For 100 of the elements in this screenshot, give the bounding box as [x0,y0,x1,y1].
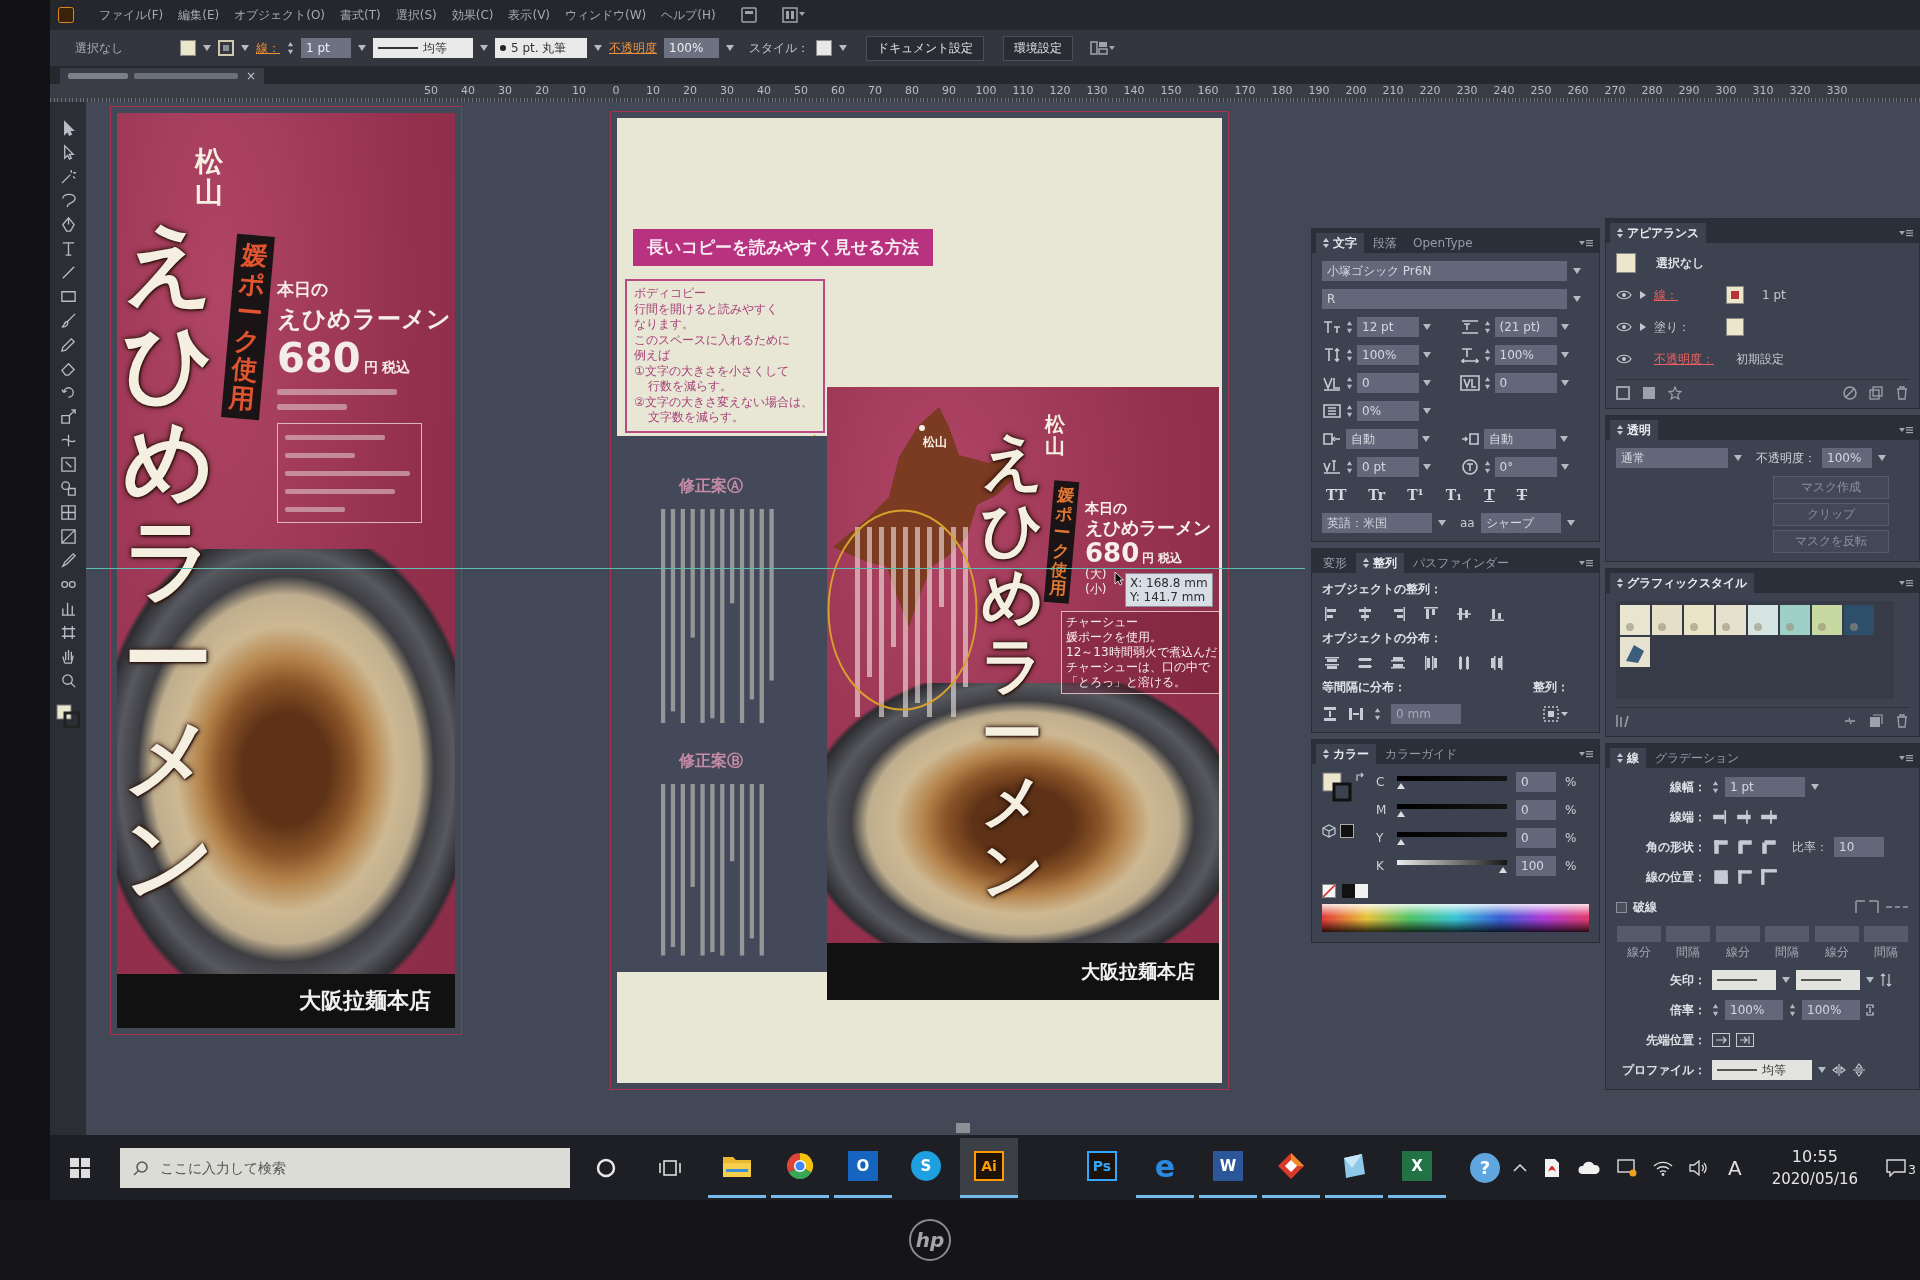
style-swatch-icon[interactable] [1620,605,1650,635]
dropdown-caret-icon[interactable] [839,45,847,51]
fill-stroke-swatch-icon[interactable] [1322,772,1352,802]
dropdown-caret-icon[interactable] [594,45,602,51]
blend-mode-dropdown[interactable]: 通常 [1616,448,1728,468]
expand-arrows-icon[interactable] [1617,228,1623,238]
monitor-alert-icon[interactable] [1617,1158,1637,1177]
free-transform-icon[interactable] [59,456,77,473]
input-field[interactable]: 100 [1516,856,1556,876]
spinner-arrows-icon[interactable] [1346,404,1353,418]
antialias-dropdown[interactable]: シャープ [1480,513,1561,533]
input-field[interactable]: 0° [1494,457,1557,477]
dropdown-caret-icon[interactable] [203,45,211,51]
eyedropper-icon[interactable] [59,552,77,569]
style-swatch-icon[interactable] [1812,605,1842,635]
expand-arrows-icon[interactable] [1617,578,1623,588]
scale-field[interactable]: 100% [1725,1000,1783,1020]
text-style-button[interactable]: Tr [1366,487,1388,503]
taskbar-app-button[interactable]: Ai [960,1137,1018,1198]
link-icon[interactable] [1866,1003,1874,1017]
input-field[interactable]: 0 [1357,373,1419,393]
checkbox[interactable] [1616,901,1627,913]
dropdown-caret-icon[interactable] [1818,1067,1826,1073]
style-swatch-icon[interactable] [1652,605,1682,635]
dropdown-caret-icon[interactable] [1438,520,1446,526]
dash-field[interactable] [1814,926,1859,942]
arrowhead-dropdown[interactable] [1712,970,1776,990]
dropdown-caret-icon[interactable] [1573,296,1581,302]
magic-wand-icon[interactable] [59,168,77,185]
new-stroke-icon[interactable] [1616,386,1630,400]
fill-swatch-icon[interactable] [180,40,196,56]
input-field[interactable]: 0% [1357,401,1419,421]
input-field[interactable]: 0 pt [1357,457,1419,477]
panel-tab[interactable]: 変形 [1316,553,1354,573]
hand-icon[interactable] [59,648,77,665]
spinner-arrows-icon[interactable] [1483,320,1491,334]
spinner-arrows-icon[interactable] [1346,348,1353,362]
trash-icon[interactable] [1895,386,1909,400]
dropdown-caret-icon[interactable] [1878,455,1886,461]
scale-icon[interactable] [59,408,77,425]
dropdown-caret-icon[interactable] [1566,520,1575,526]
dropdown-caret-icon[interactable] [726,45,734,51]
pdf-file-icon[interactable] [1543,1157,1561,1178]
arrow-tip-at-end-icon[interactable] [1736,1033,1754,1047]
dashed-line-checkbox[interactable]: 破線 [1616,898,1657,916]
trash-icon[interactable] [1895,714,1909,728]
panel-menu-icon[interactable] [1899,754,1913,762]
align-middle-icon[interactable] [1456,606,1472,622]
style-swatch-icon[interactable] [1844,605,1874,635]
color-swatch-icon[interactable] [1340,824,1354,838]
dropdown-caret-icon[interactable] [1423,352,1431,358]
text-style-button[interactable]: T₁ [1443,487,1465,503]
dropdown-caret-icon[interactable] [1560,380,1569,386]
panel-tab[interactable]: グラデーション [1648,748,1746,768]
width-tool-icon[interactable] [59,432,77,449]
corner-arrow-icon[interactable] [1356,772,1366,782]
style-swatch-icon[interactable] [1684,605,1714,635]
panel-tab[interactable]: 線 [1610,748,1646,768]
spinner-arrows-icon[interactable] [1374,707,1381,721]
close-tab-button[interactable]: × [246,70,257,82]
distribute-left-icon[interactable] [1423,655,1439,671]
distribute-bottom-icon[interactable] [1390,655,1406,671]
vertical-spacing-icon[interactable] [1322,706,1338,722]
slider-thumb[interactable] [1397,811,1405,817]
menu-item[interactable]: オブジェクト(O) [234,6,326,24]
clock-date[interactable]: 2020/05/16 [1771,1170,1859,1188]
cube-icon[interactable] [1322,824,1336,838]
miter-limit-field[interactable]: 10 [1834,837,1884,857]
bar-graph-icon[interactable] [59,600,77,617]
taskbar-app-button[interactable]: e [1136,1137,1194,1198]
star-icon[interactable] [1668,386,1682,400]
lasso-icon[interactable] [59,192,77,209]
mesh-icon[interactable] [59,504,77,521]
dropdown-caret-icon[interactable] [1559,436,1568,442]
spinner-arrows-icon[interactable] [287,41,294,55]
scrollbar-thumb[interactable] [956,1123,970,1133]
swap-arrows-icon[interactable] [1880,973,1892,987]
disclosure-triangle-icon[interactable] [1640,291,1646,299]
dropdown-caret-icon[interactable] [241,45,249,51]
dash-field[interactable] [1715,926,1760,942]
stroke-weight-field[interactable]: 1 pt [1725,777,1805,797]
text-style-button[interactable]: TT [1324,487,1349,503]
expand-arrows-icon[interactable] [1617,753,1623,763]
paintbrush-icon[interactable] [59,312,77,329]
square-app-icon[interactable] [740,7,757,23]
projecting-cap-icon[interactable] [1760,808,1778,826]
library-icon[interactable] [1616,714,1630,728]
style-swatch-icon[interactable] [1716,605,1746,635]
pencil-icon[interactable] [59,336,77,353]
dash-field[interactable] [1864,926,1909,942]
eraser-icon[interactable] [59,360,77,377]
menu-item[interactable]: 編集(E) [178,6,220,24]
menu-item[interactable]: 表示(V) [508,6,551,24]
dash-corners-icon[interactable] [1855,900,1879,914]
cloud-icon[interactable] [1577,1160,1601,1175]
slider-thumb[interactable] [1499,867,1507,873]
menu-item[interactable]: ヘルプ(H) [661,6,716,24]
pen-nib-icon[interactable] [59,216,77,233]
opacity-field[interactable]: 100% [1822,448,1872,468]
dropdown-caret-icon[interactable] [480,45,488,51]
